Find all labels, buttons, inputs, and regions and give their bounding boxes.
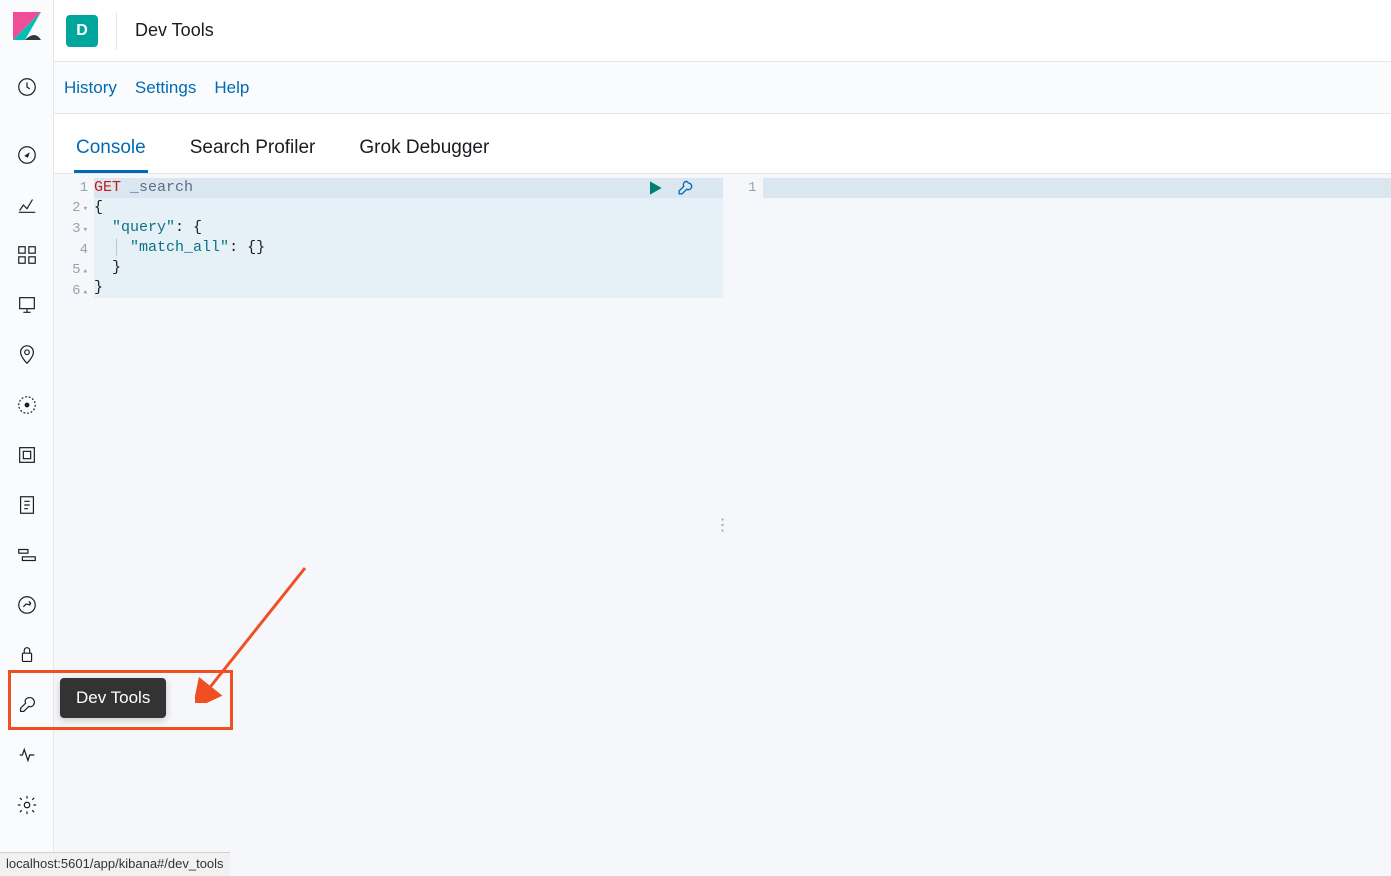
- pane-splitter[interactable]: ⋮: [715, 515, 731, 535]
- tab-grok-debugger[interactable]: Grok Debugger: [357, 137, 491, 173]
- kibana-logo[interactable]: [11, 10, 43, 42]
- browser-status-bar: localhost:5601/app/kibana#/dev_tools: [0, 852, 230, 876]
- nav-help[interactable]: Help: [214, 78, 249, 98]
- response-viewer: [763, 174, 1391, 876]
- space-selector[interactable]: D: [66, 15, 98, 47]
- request-pane[interactable]: 1 2 3 4 5 6 GET _search { "query": { │ "…: [54, 174, 723, 876]
- request-gutter: 1 2 3 4 5 6: [54, 174, 94, 876]
- canvas-icon[interactable]: [0, 280, 54, 330]
- main-area: D Dev Tools History Settings Help Consol…: [54, 0, 1391, 876]
- tab-console[interactable]: Console: [74, 137, 148, 173]
- tab-search-profiler[interactable]: Search Profiler: [188, 137, 318, 173]
- apm-icon[interactable]: [0, 530, 54, 580]
- send-request-icon[interactable]: [645, 178, 665, 203]
- dashboard-icon[interactable]: [0, 230, 54, 280]
- request-editor[interactable]: GET _search { "query": { │ "match_all": …: [94, 174, 723, 876]
- logs-icon[interactable]: [0, 480, 54, 530]
- wrench-icon[interactable]: [675, 178, 695, 203]
- visualize-icon[interactable]: [0, 180, 54, 230]
- sub-nav: History Settings Help: [54, 62, 1391, 114]
- tabs: Console Search Profiler Grok Debugger: [54, 114, 1391, 174]
- management-icon[interactable]: [0, 780, 54, 830]
- monitoring-icon[interactable]: [0, 730, 54, 780]
- nav-settings[interactable]: Settings: [135, 78, 196, 98]
- discover-icon[interactable]: [0, 130, 54, 180]
- dev-tools-icon[interactable]: [0, 680, 54, 730]
- console-panes: 1 2 3 4 5 6 GET _search { "query": { │ "…: [54, 174, 1391, 876]
- side-nav: [0, 0, 54, 876]
- infrastructure-icon[interactable]: [0, 430, 54, 480]
- divider: [116, 12, 117, 50]
- siem-icon[interactable]: [0, 630, 54, 680]
- response-pane[interactable]: 1: [723, 174, 1391, 876]
- nav-history[interactable]: History: [64, 78, 117, 98]
- nav-tooltip: Dev Tools: [60, 678, 166, 718]
- recent-icon[interactable]: [0, 62, 54, 112]
- uptime-icon[interactable]: [0, 580, 54, 630]
- page-title: Dev Tools: [135, 20, 214, 41]
- ml-icon[interactable]: [0, 380, 54, 430]
- maps-icon[interactable]: [0, 330, 54, 380]
- top-bar: D Dev Tools: [54, 0, 1391, 62]
